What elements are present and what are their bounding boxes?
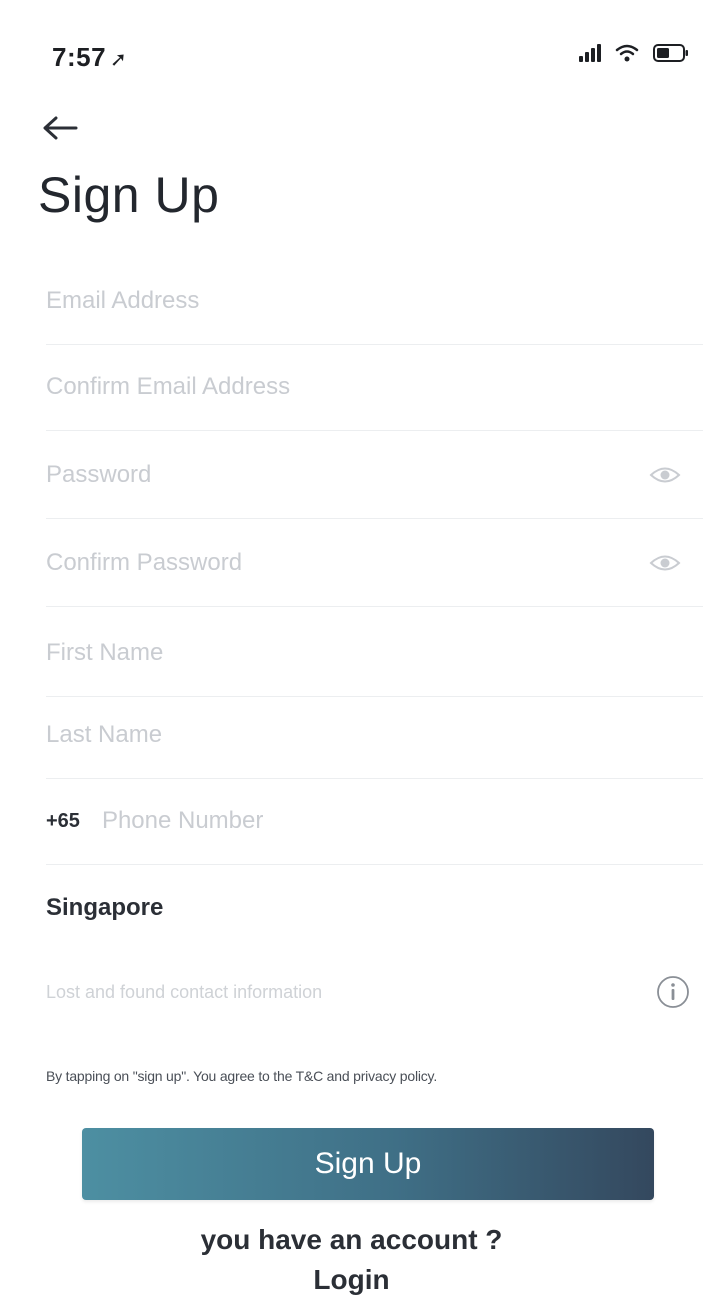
terms-text: By tapping on "sign up". You agree to th… <box>46 1068 438 1084</box>
lost-found-row <box>46 962 703 1022</box>
status-time-text: 7:57 <box>52 42 107 72</box>
status-icons <box>579 44 689 62</box>
wifi-icon <box>615 44 639 62</box>
account-prompt: you have an account ? <box>200 1224 503 1255</box>
login-link-row: Login <box>0 1264 703 1296</box>
page-title: Sign Up <box>38 167 220 223</box>
arrow-left-icon <box>43 116 78 140</box>
password-field-row <box>46 432 703 519</box>
first-name-input[interactable] <box>46 633 703 673</box>
cellular-signal-icon <box>579 44 601 62</box>
back-button[interactable] <box>40 108 88 148</box>
lost-found-contact-input[interactable] <box>46 981 703 1003</box>
status-bar: 7:57 ➚ <box>0 0 703 80</box>
eye-icon[interactable] <box>649 552 681 574</box>
battery-icon <box>653 44 689 62</box>
country-selector[interactable]: Singapore <box>46 878 163 938</box>
confirm-email-input[interactable] <box>46 367 703 407</box>
first-name-field-row <box>46 610 703 697</box>
last-name-field-row <box>46 692 703 779</box>
login-link[interactable]: Login <box>313 1264 389 1295</box>
eye-icon[interactable] <box>649 464 681 486</box>
email-field-row <box>46 258 703 345</box>
confirm-password-input[interactable] <box>46 543 703 583</box>
location-arrow-icon: ➚ <box>110 49 128 71</box>
confirm-email-field-row <box>46 344 703 431</box>
password-input[interactable] <box>46 455 703 495</box>
email-input[interactable] <box>46 281 703 321</box>
phone-number-input[interactable] <box>101 801 703 841</box>
confirm-password-field-row <box>46 520 703 607</box>
phone-field-row: +65 <box>46 778 703 865</box>
status-time: 7:57 ➚ <box>52 42 127 73</box>
phone-country-code[interactable]: +65 <box>46 810 80 833</box>
sign-up-button[interactable]: Sign Up <box>82 1128 654 1200</box>
last-name-input[interactable] <box>46 715 703 755</box>
info-icon[interactable] <box>655 974 691 1010</box>
country-value: Singapore <box>46 894 164 921</box>
signup-screen: 7:57 ➚ Sign Up Email Address Confirm Ema… <box>0 0 703 1300</box>
